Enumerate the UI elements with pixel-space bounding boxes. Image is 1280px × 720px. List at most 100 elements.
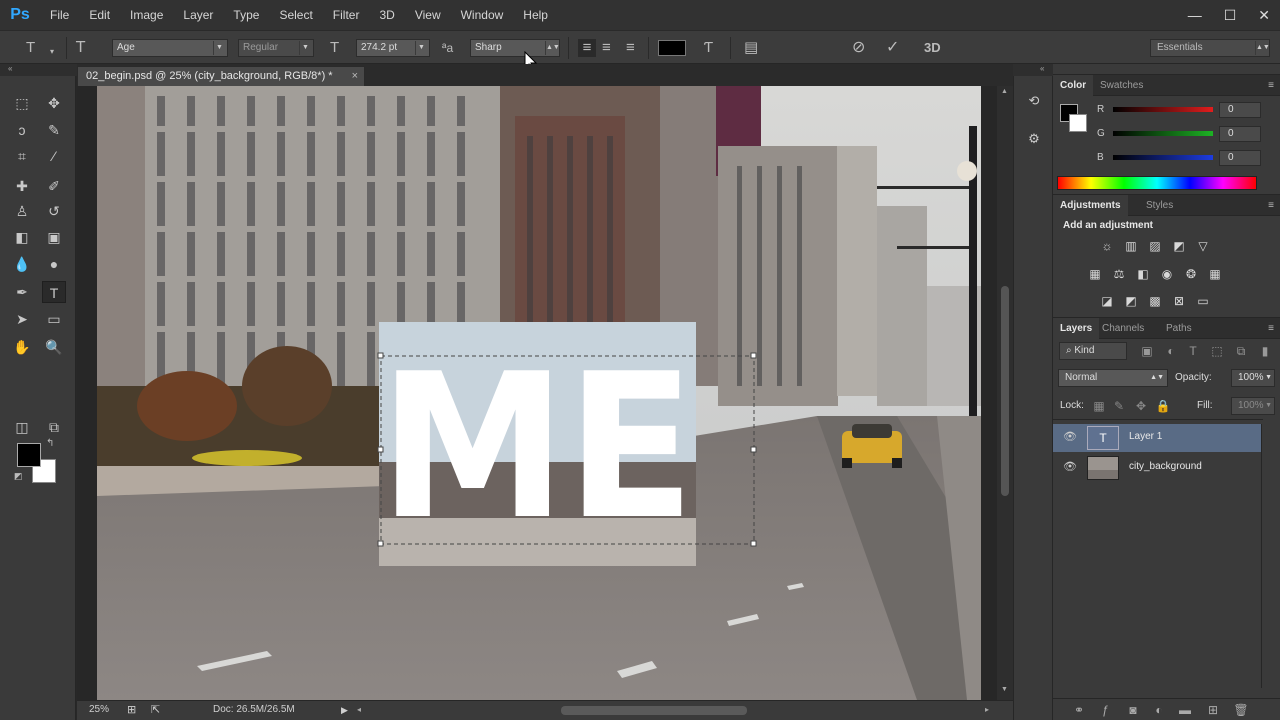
font-family-select[interactable]: Age ▼ [112,39,228,57]
levels-icon[interactable]: ▥ [1123,238,1139,254]
delete-layer-icon[interactable]: 🗑 [1233,702,1249,718]
eraser-tool-icon[interactable]: ◧ [10,226,34,248]
toggle-orientation-icon[interactable]: ꓔ [76,39,85,57]
type-tool-preset-icon[interactable]: T [26,39,35,57]
menu-file[interactable]: File [40,0,79,30]
layers-panel-menu-icon[interactable]: ≡ [1268,318,1274,339]
zoom-tool-icon[interactable]: 🔍 [42,336,66,358]
lock-transparent-icon[interactable]: ▦ [1091,398,1107,414]
menu-image[interactable]: Image [120,0,173,30]
brightness-icon[interactable]: ☼ [1099,238,1115,254]
properties-panel-icon[interactable]: ⚙ [1025,130,1043,148]
channel-mixer-icon[interactable]: ❂ [1183,266,1199,282]
menu-select[interactable]: Select [269,0,322,30]
photo-filter-icon[interactable]: ◉ [1159,266,1175,282]
workspace-select[interactable]: Essentials ▲▼ [1150,39,1270,57]
dodge-tool-icon[interactable]: ● [42,253,66,275]
menu-filter[interactable]: Filter [323,0,370,30]
vertical-scroll-thumb[interactable] [1001,286,1009,496]
filter-toggle-icon[interactable]: ▮ [1257,343,1273,359]
text-color-swatch[interactable] [658,40,686,56]
tab-layers[interactable]: Layers [1053,318,1100,339]
layer-visibility-eye-icon[interactable]: 👁 [1063,460,1077,473]
adjustments-panel-menu-icon[interactable]: ≡ [1268,195,1274,216]
path-selection-tool-icon[interactable]: ➤ [10,308,34,330]
clone-stamp-tool-icon[interactable]: ♙ [10,200,34,222]
red-value[interactable]: 0 [1219,102,1261,118]
red-slider[interactable]: R 0 [1093,102,1273,120]
history-brush-tool-icon[interactable]: ↺ [42,200,66,222]
move-tool-icon[interactable]: ✥ [42,92,66,114]
exposure-icon[interactable]: ◩ [1171,238,1187,254]
tab-channels[interactable]: Channels [1095,318,1151,339]
horizontal-scroll-thumb[interactable] [561,706,747,715]
lock-position-icon[interactable]: ✥ [1133,398,1149,414]
crop-tool-icon[interactable]: ⌗ [10,145,34,167]
maximize-button[interactable]: ☐ [1224,7,1237,24]
vibrance-icon[interactable]: ▽ [1195,238,1211,254]
healing-brush-tool-icon[interactable]: ✚ [10,175,34,197]
character-panel-icon[interactable]: ▤ [744,39,758,57]
screen-mode-icon[interactable]: ⧉ [42,416,66,438]
commit-edits-icon[interactable]: ✓ [886,39,899,57]
eyedropper-tool-icon[interactable]: ⁄ [42,145,66,167]
layer-visibility-eye-icon[interactable]: 👁 [1063,430,1077,443]
menu-layer[interactable]: Layer [173,0,223,30]
filter-adjustment-icon[interactable]: ◐ [1163,343,1179,359]
green-slider[interactable]: G 0 [1093,126,1273,144]
filter-type-icon[interactable]: T [1185,343,1201,359]
rectangle-tool-icon[interactable]: ▭ [42,308,66,330]
new-group-icon[interactable]: ▬ [1177,702,1193,718]
lasso-tool-icon[interactable]: ↄ [10,119,34,141]
opacity-field[interactable]: 100% ▼ [1231,369,1275,387]
swap-colors-icon[interactable]: ↰ [46,438,54,449]
link-layers-icon[interactable]: ⚭ [1071,702,1087,718]
lock-all-icon[interactable]: 🔒 [1155,398,1171,414]
align-left-icon[interactable]: ≡ [578,39,596,57]
scroll-left-icon[interactable]: ◂ [357,701,361,719]
cancel-edits-icon[interactable]: ⊘ [852,39,865,57]
invert-icon[interactable]: ◪ [1099,293,1115,309]
blue-value[interactable]: 0 [1219,150,1261,166]
color-bg-swatch[interactable] [1069,114,1087,132]
layer-row-city-background[interactable]: 👁 city_background [1053,454,1261,482]
blue-slider[interactable]: B 0 [1093,150,1273,168]
foreground-color-swatch[interactable] [17,443,41,467]
hue-saturation-icon[interactable]: ▦ [1087,266,1103,282]
collapse-dock-icon[interactable]: « [1040,64,1044,73]
zoom-level[interactable]: 25% [89,701,109,719]
tab-adjustments[interactable]: Adjustments [1053,195,1128,216]
share-icon[interactable]: ⊞ [127,701,136,719]
font-size-field[interactable]: 274.2 pt ▼ [356,39,430,57]
document-tab[interactable]: 02_begin.psd @ 25% (city_background, RGB… [77,66,365,86]
filter-smart-icon[interactable]: ⧉ [1233,343,1249,359]
blend-mode-select[interactable]: Normal ▲▼ [1058,369,1168,387]
export-icon[interactable]: ⇱ [151,701,160,719]
curves-icon[interactable]: ▨ [1147,238,1163,254]
green-value[interactable]: 0 [1219,126,1261,142]
menu-3d[interactable]: 3D [369,0,404,30]
fill-field[interactable]: 100% ▼ [1231,397,1275,415]
lock-image-icon[interactable]: ✎ [1111,398,1127,414]
scroll-right-icon[interactable]: ▸ [985,701,989,719]
gradient-map-icon[interactable]: ▭ [1195,293,1211,309]
threshold-icon[interactable]: ▩ [1147,293,1163,309]
layer-style-icon[interactable]: ƒ [1097,702,1113,718]
color-panel-menu-icon[interactable]: ≡ [1268,75,1274,96]
marquee-tool-icon[interactable]: ⬚ [10,92,34,114]
minimize-button[interactable]: — [1188,7,1202,23]
close-window-button[interactable]: ✕ [1258,7,1270,24]
layer-mask-icon[interactable]: ◙ [1125,702,1141,718]
canvas-area[interactable]: ME [77,86,997,700]
preset-dropdown-icon[interactable]: ▾ [50,43,54,61]
antialias-select[interactable]: Sharp ▲▼ [470,39,560,57]
menu-view[interactable]: View [405,0,451,30]
gradient-tool-icon[interactable]: ▣ [42,226,66,248]
warp-text-icon[interactable]: Ƭ [704,39,713,57]
black-white-icon[interactable]: ◧ [1135,266,1151,282]
type-tool-icon[interactable]: T [42,281,66,303]
default-colors-icon[interactable]: ◩ [14,471,23,482]
tab-paths[interactable]: Paths [1159,318,1199,339]
align-center-icon[interactable]: ≡ [602,39,611,57]
color-balance-icon[interactable]: ⚖ [1111,266,1127,282]
